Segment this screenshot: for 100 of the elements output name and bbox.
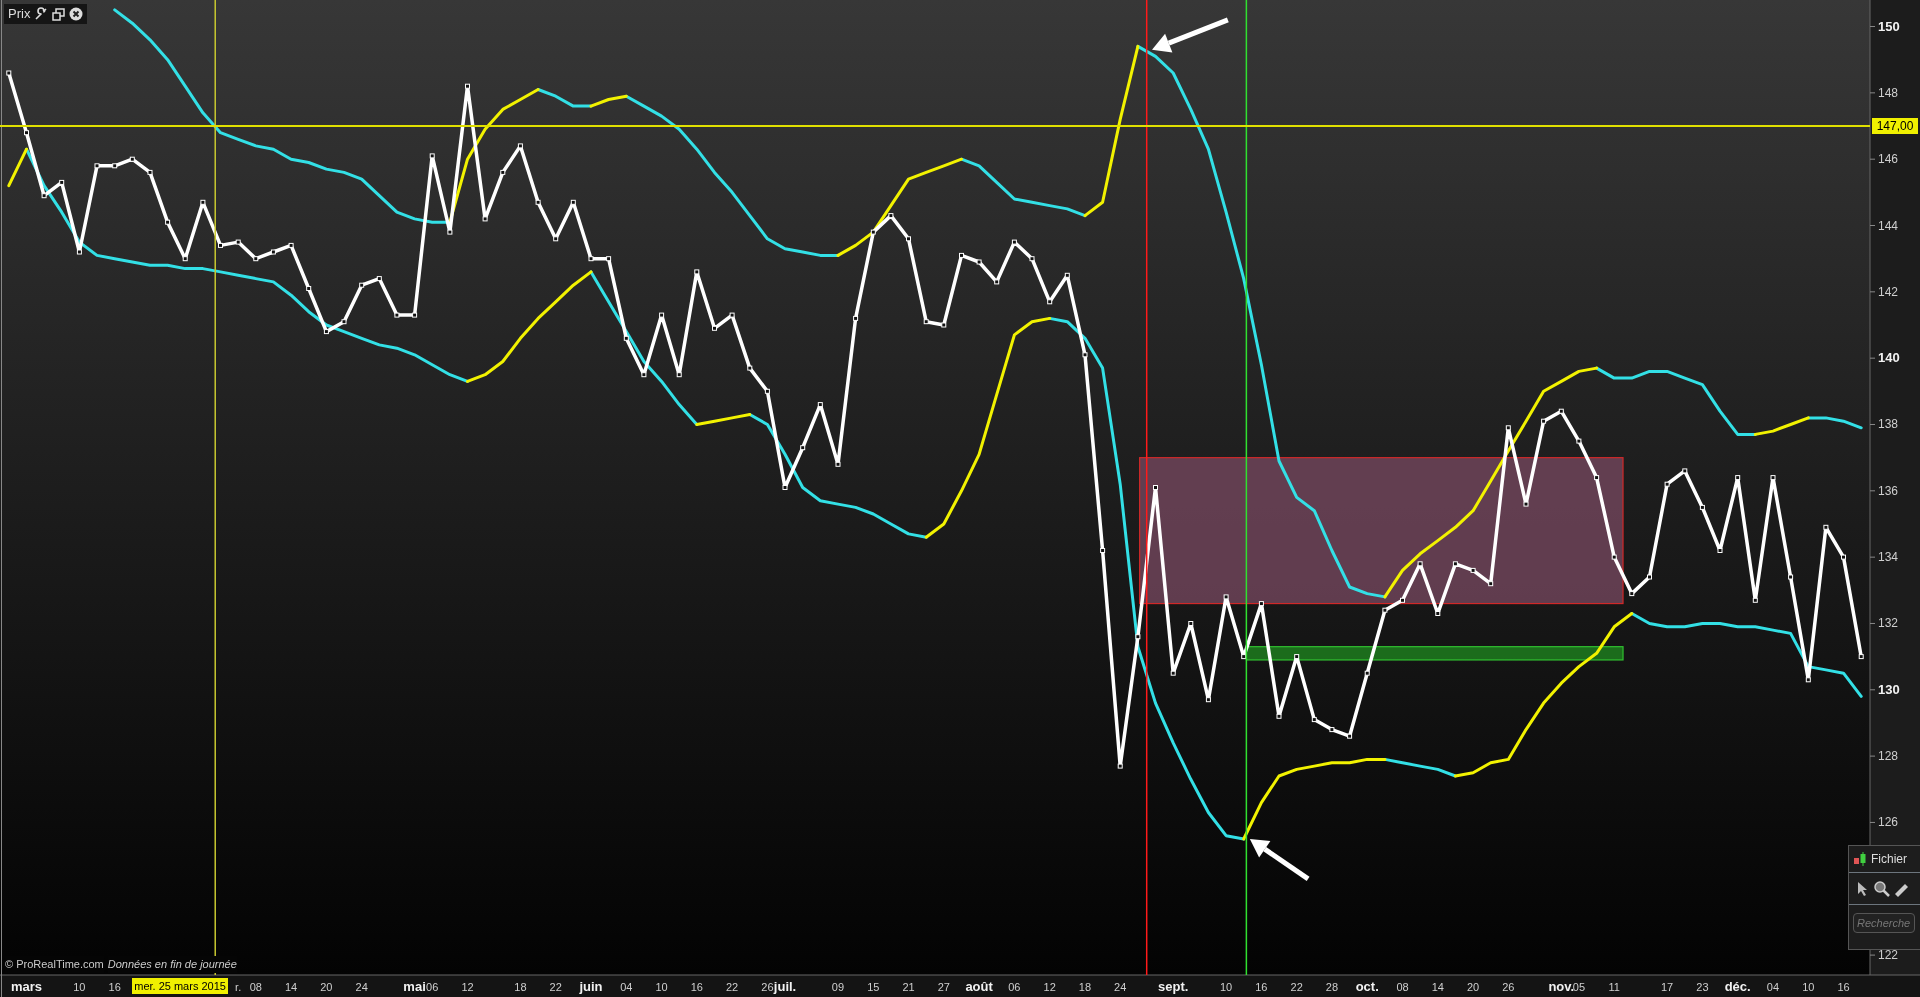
date-axis-label: r. xyxy=(235,981,242,993)
date-axis-label: 26 xyxy=(761,981,774,993)
price-point-marker xyxy=(182,256,188,262)
date-axis-label: 23 xyxy=(1696,981,1709,993)
price-point-marker xyxy=(1823,524,1829,530)
price-axis-label: 150 xyxy=(1878,18,1900,34)
price-point-marker xyxy=(870,229,876,235)
price-point-marker xyxy=(1047,299,1053,305)
price-point-marker xyxy=(1841,554,1846,560)
price-point-marker xyxy=(1311,717,1317,723)
price-point-marker xyxy=(729,312,735,318)
date-axis-label: 24 xyxy=(355,981,368,993)
date-axis-label: 12 xyxy=(1043,981,1056,993)
price-axis-label: 126 xyxy=(1878,815,1899,830)
price-point-marker xyxy=(1647,574,1652,580)
price-point-marker xyxy=(1064,272,1070,278)
price-point-marker xyxy=(59,179,65,185)
search-icon[interactable] xyxy=(1873,880,1890,897)
price-point-marker xyxy=(747,365,753,371)
price-point-marker xyxy=(1364,670,1370,676)
date-axis-label: mai xyxy=(403,979,426,994)
date-axis-label: 18 xyxy=(1078,981,1092,993)
price-point-marker xyxy=(1805,677,1811,683)
pointer-icon[interactable] xyxy=(1857,880,1869,897)
price-point-marker xyxy=(764,388,770,394)
price-axis-label: 148 xyxy=(1878,85,1899,100)
price-point-marker xyxy=(394,312,400,318)
date-axis-label: 22 xyxy=(549,981,562,993)
price-point-marker xyxy=(1135,634,1141,640)
price-point-marker xyxy=(853,315,859,321)
price-point-marker xyxy=(253,256,259,262)
date-axis-label: 16 xyxy=(1255,981,1268,993)
date-axis-label: mars xyxy=(10,979,42,994)
settings-icon[interactable] xyxy=(34,7,49,21)
price-point-marker xyxy=(1452,561,1458,567)
price-point-marker xyxy=(24,130,29,136)
price-point-marker xyxy=(1153,485,1158,490)
price-point-marker xyxy=(94,163,100,169)
date-axis-label: 04 xyxy=(1766,981,1780,993)
price-point-marker xyxy=(517,143,523,149)
price-point-marker xyxy=(129,156,135,162)
price-point-marker xyxy=(1241,654,1247,660)
price-point-marker xyxy=(1347,733,1353,739)
date-axis-label: 27 xyxy=(937,981,950,993)
price-axis-label: 132 xyxy=(1878,616,1899,631)
price-point-marker xyxy=(482,216,488,222)
price-point-marker xyxy=(165,219,171,225)
date-axis-label: 22 xyxy=(726,981,739,993)
date-axis-label: 28 xyxy=(1325,981,1339,993)
price-point-marker xyxy=(1523,501,1529,507)
price-point-marker xyxy=(994,279,1000,285)
price-point-marker xyxy=(1276,713,1282,719)
price-point-marker xyxy=(1258,601,1264,607)
price-point-marker xyxy=(1011,239,1017,245)
date-axis-label: 10 xyxy=(1802,981,1815,993)
file-menu[interactable]: Fichier xyxy=(1871,850,1907,868)
price-point-marker xyxy=(41,193,47,199)
price-point-marker xyxy=(1664,481,1670,487)
price-point-marker xyxy=(1205,697,1211,703)
date-axis-label: 06 xyxy=(426,981,439,993)
date-axis-label: 16 xyxy=(108,981,121,993)
price-point-marker xyxy=(1576,438,1582,444)
price-point-marker xyxy=(1505,425,1511,431)
price-point-marker xyxy=(1611,554,1617,560)
data-note: Données en fin de journée xyxy=(107,956,237,973)
price-point-marker xyxy=(1435,611,1441,616)
price-point-marker xyxy=(1400,597,1405,603)
date-axis-label: 05 xyxy=(1572,981,1586,993)
price-point-marker xyxy=(1082,352,1088,358)
price-point-marker xyxy=(1629,591,1635,597)
price-axis-label: 146 xyxy=(1878,152,1899,167)
price-point-marker xyxy=(800,445,806,451)
price-axis-label: 128 xyxy=(1878,749,1899,764)
price-axis-label: 134 xyxy=(1878,550,1899,565)
price-point-marker xyxy=(1223,594,1229,600)
restore-window-icon[interactable] xyxy=(52,7,66,21)
price-point-marker xyxy=(500,169,506,175)
date-axis-label: 12 xyxy=(461,981,474,993)
price-point-marker xyxy=(1170,670,1176,676)
date-axis-label: 20 xyxy=(1466,981,1480,993)
price-point-marker xyxy=(1100,548,1106,553)
date-axis-label: 21 xyxy=(902,981,915,993)
date-tooltip: mer. 25 mars 2015 xyxy=(132,978,228,994)
search-field[interactable]: Recherche xyxy=(1853,913,1915,933)
date-axis-label: sept. xyxy=(1158,979,1189,994)
price-point-marker xyxy=(641,372,647,378)
date-axis-label: 15 xyxy=(867,981,880,993)
price-point-marker xyxy=(112,163,118,169)
price-point-marker xyxy=(147,169,153,175)
date-axis-label: 10 xyxy=(655,981,668,993)
price-point-marker xyxy=(306,286,312,291)
date-axis-label: 16 xyxy=(690,981,703,993)
arrow xyxy=(1249,839,1310,881)
price-point-marker xyxy=(1117,763,1123,769)
close-icon[interactable] xyxy=(69,7,84,21)
price-point-marker xyxy=(1735,475,1741,481)
price-point-marker xyxy=(676,372,682,378)
price-point-marker xyxy=(1541,418,1547,424)
price-level-tag: 147,00 xyxy=(1872,118,1918,134)
date-axis-label: juil. xyxy=(773,979,797,994)
